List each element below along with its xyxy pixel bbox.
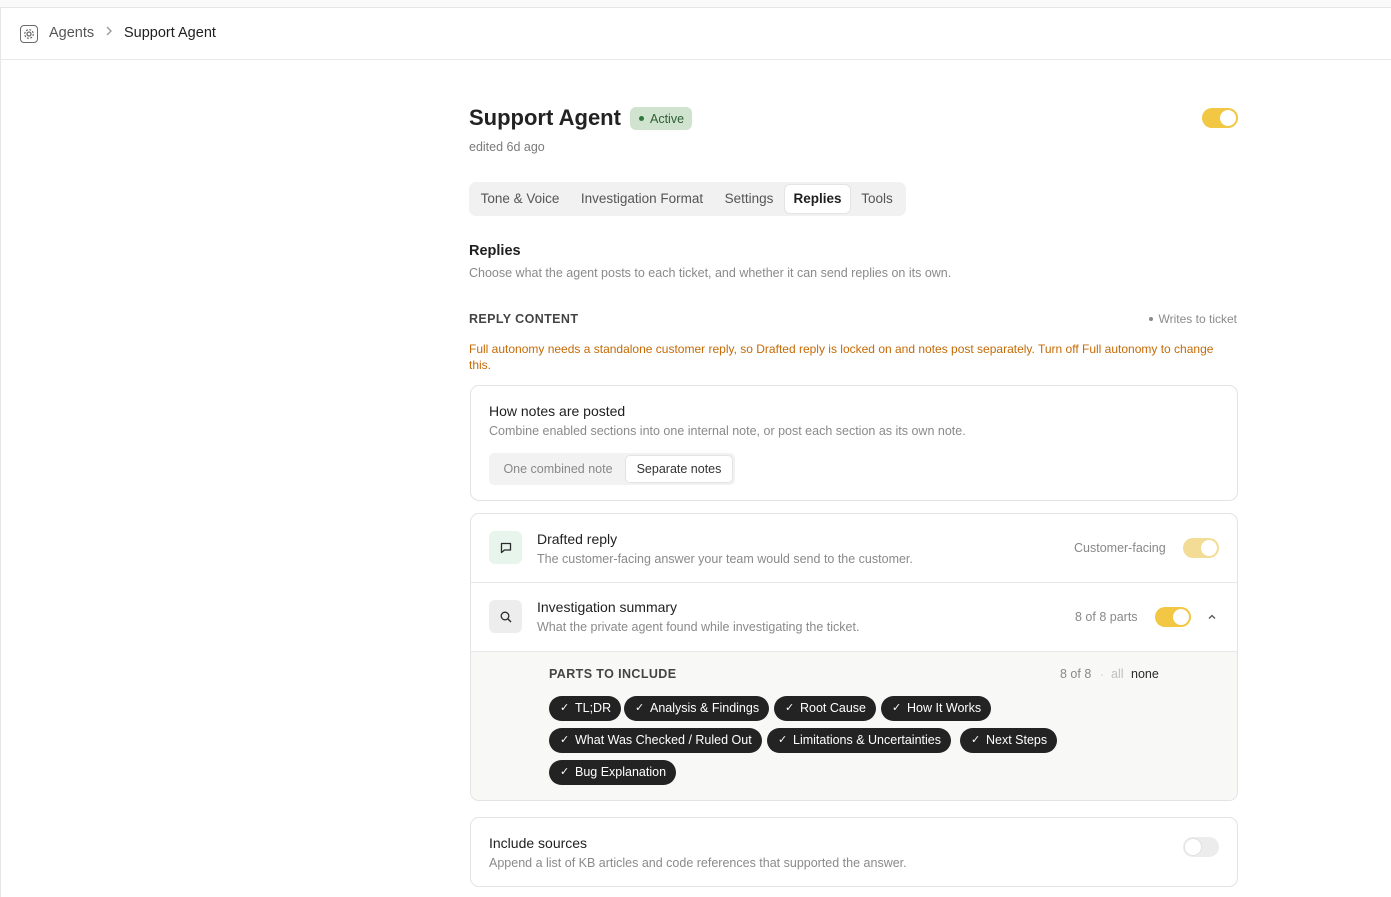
check-icon: ✓	[892, 702, 902, 714]
chevron-right-icon	[104, 24, 114, 41]
drafted-reply-toggle[interactable]	[1183, 538, 1219, 558]
writes-to-ticket-text: Writes to ticket	[1158, 312, 1237, 326]
part-chip[interactable]: ✓ Limitations & Uncertainties	[767, 728, 951, 753]
part-chip-label: How It Works	[907, 701, 982, 715]
investigation-summary-description: What the private agent found while inves…	[537, 620, 860, 634]
tab-investigation-format[interactable]: Investigation Format	[573, 185, 711, 213]
part-chip-label: TL;DR	[575, 701, 612, 715]
drafted-reply-title: Drafted reply	[537, 531, 618, 547]
agent-enabled-toggle[interactable]	[1202, 108, 1238, 128]
include-sources-card: Include sources Append a list of KB arti…	[470, 817, 1238, 887]
include-sources-description: Append a list of KB articles and code re…	[489, 856, 907, 870]
parts-to-include-label: PARTS TO INCLUDE	[549, 667, 677, 681]
window-top-strip	[0, 0, 1391, 8]
part-chip[interactable]: ✓ TL;DR	[549, 696, 622, 721]
select-all-link[interactable]: all	[1111, 667, 1124, 681]
parts-to-include-panel: PARTS TO INCLUDE 8 of 8 · all none ✓ TL;D…	[471, 651, 1237, 800]
tab-tone-voice[interactable]: Tone & Voice	[474, 185, 566, 213]
chevron-up-icon[interactable]	[1206, 610, 1218, 628]
parts-separator: ·	[1100, 667, 1104, 681]
tab-tools[interactable]: Tools	[855, 185, 899, 213]
writes-to-ticket-note: Writes to ticket	[1148, 312, 1237, 326]
status-dot-icon	[639, 116, 644, 121]
top-header: Agents Support Agent	[1, 8, 1391, 60]
investigation-summary-title: Investigation summary	[537, 599, 678, 615]
notes-card-description: Combine enabled sections into one intern…	[489, 424, 966, 438]
parts-selected-count: 8 of 8	[1060, 667, 1092, 681]
part-chip-label: Root Cause	[800, 701, 867, 715]
check-icon: ✓	[560, 766, 570, 778]
check-icon: ✓	[778, 734, 788, 746]
part-chip[interactable]: ✓ What Was Checked / Ruled Out	[549, 728, 762, 753]
part-chip[interactable]: ✓ Root Cause	[774, 696, 877, 721]
part-chip[interactable]: ✓ Next Steps	[960, 728, 1058, 753]
search-icon	[489, 600, 522, 633]
breadcrumb-current: Support Agent	[124, 25, 216, 41]
status-label: Active	[650, 111, 685, 126]
option-separate-notes[interactable]: Separate notes	[626, 456, 732, 482]
investigation-summary-row[interactable]: Investigation summary What the private a…	[471, 583, 1237, 651]
drafted-reply-description: The customer-facing answer your team wou…	[537, 552, 913, 566]
part-chip-label: Analysis & Findings	[650, 701, 760, 715]
notes-mode-selector: One combined note Separate notes	[489, 453, 735, 485]
part-chip[interactable]: ✓ Bug Explanation	[549, 760, 677, 785]
page-title: Support Agent	[469, 105, 621, 130]
status-badge: Active	[630, 107, 693, 130]
check-icon: ✓	[560, 734, 570, 746]
part-chip-label: What Was Checked / Ruled Out	[575, 733, 752, 747]
part-chip-label: Limitations & Uncertainties	[793, 733, 941, 747]
breadcrumb-agents[interactable]: Agents	[49, 25, 94, 41]
notes-card-title: How notes are posted	[489, 403, 626, 419]
tab-bar: Tone & Voice Investigation Format Settin…	[469, 182, 906, 216]
reply-content-label: REPLY CONTENT	[469, 312, 579, 326]
customer-facing-tag: Customer-facing	[1074, 541, 1166, 555]
investigation-summary-toggle[interactable]	[1155, 607, 1191, 627]
notes-posting-card: How notes are posted Combine enabled sec…	[470, 385, 1238, 501]
check-icon: ✓	[971, 734, 981, 746]
section-description: Choose what the agent posts to each tick…	[469, 266, 952, 280]
drafted-reply-row: Drafted reply The customer-facing answer…	[471, 514, 1237, 583]
edited-timestamp: edited 6d ago	[469, 140, 545, 154]
part-chip-label: Bug Explanation	[575, 765, 667, 779]
part-chip-label: Next Steps	[986, 733, 1048, 747]
include-sources-title: Include sources	[489, 835, 588, 851]
reply-sections-card: Drafted reply The customer-facing answer…	[470, 513, 1238, 801]
autonomy-warning: Full autonomy needs a standalone custome…	[469, 342, 1214, 372]
option-one-combined-note[interactable]: One combined note	[493, 456, 623, 482]
tab-settings[interactable]: Settings	[718, 185, 780, 213]
window-left-border	[0, 7, 1, 897]
check-icon: ✓	[560, 702, 570, 714]
agent-gear-icon[interactable]	[20, 25, 38, 43]
select-none-link[interactable]: none	[1131, 667, 1159, 681]
check-icon: ✓	[785, 702, 795, 714]
part-chip[interactable]: ✓ Analysis & Findings	[624, 696, 770, 721]
section-title: Replies	[469, 243, 521, 259]
bullet-dot-icon	[1148, 317, 1153, 321]
include-sources-toggle[interactable]	[1183, 837, 1219, 857]
chat-bubble-icon	[489, 531, 522, 564]
tab-replies[interactable]: Replies	[785, 185, 850, 213]
part-chip[interactable]: ✓ How It Works	[881, 696, 992, 721]
check-icon: ✓	[635, 702, 645, 714]
parts-count-summary: 8 of 8 parts	[1075, 610, 1138, 624]
